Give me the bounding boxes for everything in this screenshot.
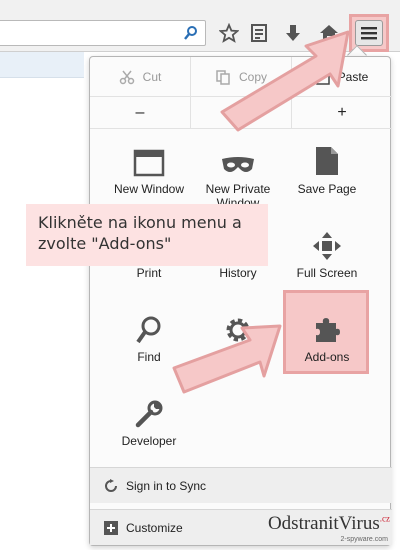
full-screen-label: Full Screen (296, 266, 358, 280)
add-ons-puzzle-icon (277, 307, 377, 345)
watermark-name: OdstranitVirus (267, 513, 380, 534)
new-window-button[interactable]: New Window (99, 139, 199, 196)
private-mask-icon (188, 139, 288, 177)
pointer-arrow-to-add-ons-icon (172, 324, 282, 394)
scissors-icon (119, 69, 135, 85)
cut-label: Cut (142, 69, 162, 84)
save-page-button[interactable]: Save Page (277, 139, 377, 196)
watermark-subtext: 2-spyware.com (340, 536, 388, 543)
customize-label: Customize (126, 520, 183, 535)
sync-icon (104, 478, 118, 493)
instruction-callout: Klikněte na ikonu menu a zvolte "Add-ons… (26, 204, 268, 266)
new-window-icon (99, 139, 199, 177)
sync-label: Sign in to Sync (126, 478, 207, 493)
developer-label: Developer (121, 434, 177, 448)
save-page-icon (277, 139, 377, 177)
search-bar[interactable] (0, 20, 206, 46)
new-private-window-button[interactable]: New Private Window (188, 139, 288, 210)
search-icon[interactable] (183, 25, 199, 41)
watermark-tld: .cz (379, 513, 390, 524)
zoom-out-button[interactable]: – (90, 97, 190, 128)
full-screen-button[interactable]: Full Screen (277, 223, 377, 280)
history-label: History (219, 266, 257, 280)
callout-line-1: Klikněte na ikonu menu a (38, 213, 242, 232)
callout-line-2: zvolte "Add-ons" (38, 234, 172, 253)
print-label: Print (136, 266, 162, 280)
hamburger-icon[interactable] (355, 20, 383, 46)
add-ons-button[interactable]: Add-ons (277, 307, 377, 364)
pointer-arrow-to-menu-icon (220, 30, 350, 132)
customize-plus-icon (104, 520, 118, 535)
page-strip (0, 52, 84, 78)
full-screen-icon (277, 223, 377, 261)
new-window-label: New Window (113, 182, 185, 196)
watermark-logo: OdstranitVirus.cz (268, 513, 390, 535)
cut-button[interactable]: Cut (90, 57, 190, 96)
sign-in-to-sync-button[interactable]: Sign in to Sync (90, 467, 392, 503)
add-ons-label: Add-ons (304, 350, 350, 364)
save-page-label: Save Page (297, 182, 357, 196)
